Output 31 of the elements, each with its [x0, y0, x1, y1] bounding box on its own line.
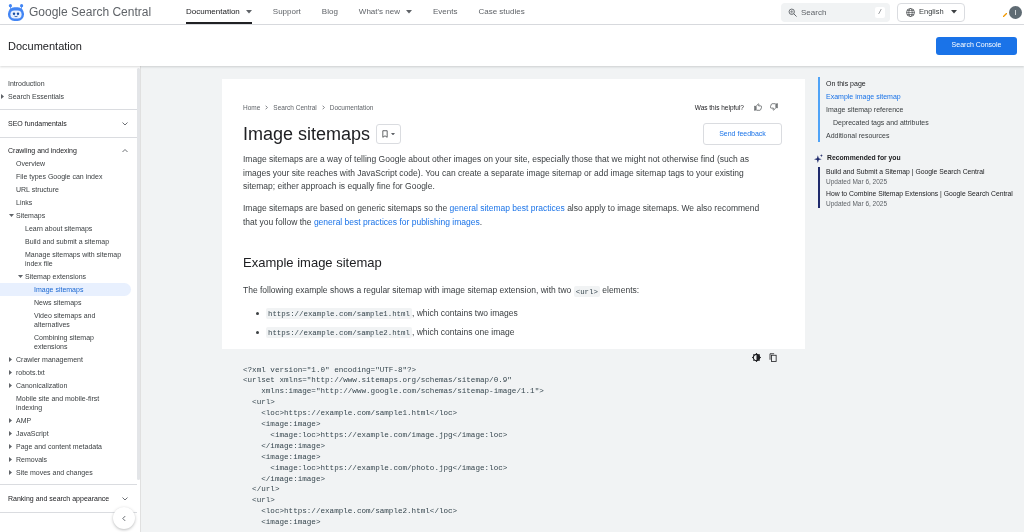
bookmark-button[interactable]: [376, 124, 402, 144]
caret-down-icon: [951, 10, 957, 14]
paragraph: Image sitemaps are a way of telling Google about other images on your site, especially those that we might not otherwise find (such as images your site reaches with JavaScript code). You can create a separate image sitemap or add image sitemap tags to your existing sitemap; either approach is equally fine for Google.: [243, 153, 751, 193]
copy-icon[interactable]: [769, 352, 777, 362]
search-icon: [788, 7, 797, 17]
section-title: Documentation: [8, 38, 82, 53]
paragraph: Image sitemaps are based on generic sitemaps so the general sitemap best practices also apply to image sitemaps. We also recommend that you follow the general best practices for publishing images.: [243, 202, 761, 229]
chevron-left-icon: [122, 514, 126, 522]
site-logo-text[interactable]: Google Search Central: [29, 4, 152, 20]
robot-logo-icon: [8, 3, 24, 21]
text-link[interactable]: general sitemap best practices: [449, 203, 565, 213]
thumbs-down-icon[interactable]: [770, 103, 778, 111]
caret-down-icon: [391, 132, 396, 136]
section-heading: Example image sitemap: [243, 255, 383, 271]
text-link[interactable]: general best practices for publishing images: [313, 216, 480, 227]
slash-mark-icon: [1003, 13, 1007, 17]
sparkle-icon: [814, 154, 823, 163]
globe-icon: [906, 7, 915, 17]
thumbs-up-icon[interactable]: [754, 103, 762, 111]
nav-tab[interactable]: Events: [432, 0, 458, 24]
nav-tab[interactable]: Case studies: [478, 0, 525, 24]
chevron-right-icon: [321, 104, 325, 110]
chevron-right-icon: [265, 104, 269, 110]
nav-tab[interactable]: Support: [272, 0, 301, 24]
bullet-icon: [256, 312, 259, 315]
nav-tab[interactable]: Blog: [321, 0, 338, 24]
nav-tab[interactable]: What's new: [358, 0, 412, 24]
page-title: Image sitemaps: [243, 123, 371, 145]
contrast-icon[interactable]: [752, 352, 761, 362]
bullet-icon: [256, 331, 259, 334]
bookmark-icon: [382, 130, 389, 138]
